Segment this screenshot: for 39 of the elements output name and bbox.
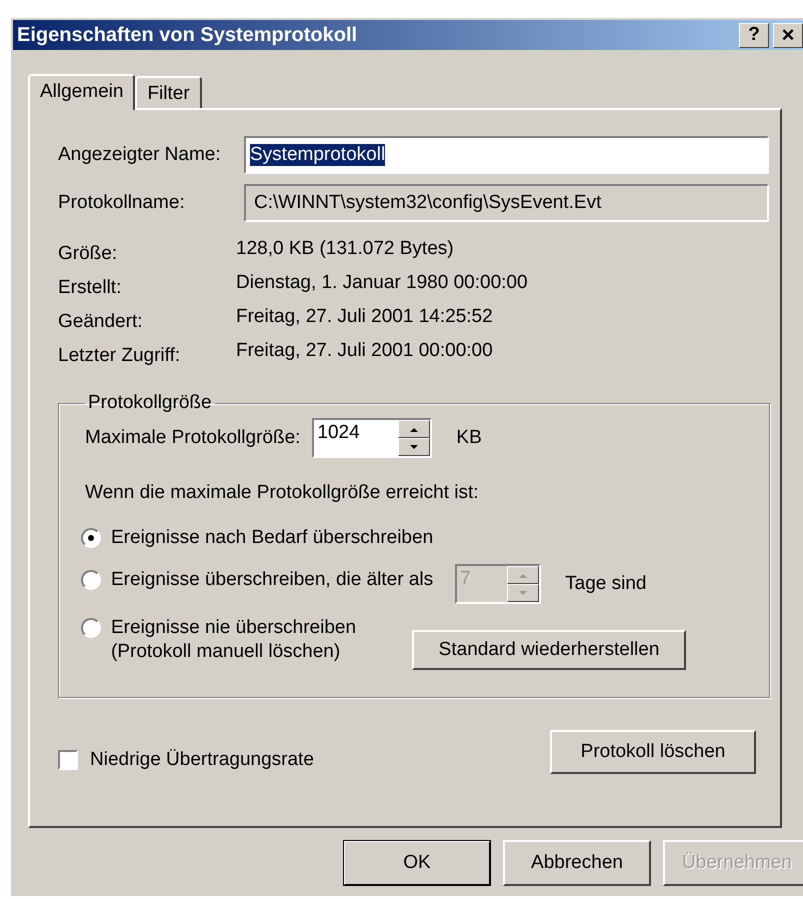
group-title: Protokollgröße xyxy=(87,392,213,414)
clear-log-button[interactable]: Protokoll löschen xyxy=(550,730,756,774)
down-arrow-icon xyxy=(410,444,418,450)
close-button[interactable]: × xyxy=(773,22,803,48)
prompt-text: Wenn die maximale Protokollgröße erreicht ist: xyxy=(85,482,480,504)
down-arrow-icon xyxy=(519,590,528,596)
radio-button[interactable] xyxy=(81,570,101,590)
info-value: Dienstag, 1. Januar 1980 00:00:00 xyxy=(236,272,528,294)
dialog-button[interactable]: OK xyxy=(343,840,491,886)
info-value: 128,0 KB (131.072 Bytes) xyxy=(236,238,454,260)
spin-field[interactable]: 1024 xyxy=(312,418,432,458)
dialog-button[interactable]: Abbrechen xyxy=(503,840,651,886)
window-title: Eigenschaften von Systemprotokoll xyxy=(17,24,358,46)
unit-label: Tage sind xyxy=(565,573,646,595)
field-label: Protokollname: xyxy=(58,192,186,214)
field-label: Angezeigter Name: xyxy=(58,144,222,166)
radio-label: Ereignisse überschreiben, die älter als xyxy=(111,568,434,592)
checkbox-label: Niedrige Übertragungsrate xyxy=(90,749,314,771)
info-value: Freitag, 27. Juli 2001 00:00:00 xyxy=(236,340,493,362)
radio-button[interactable] xyxy=(81,618,101,638)
info-label: Erstellt: xyxy=(58,277,122,299)
unit-label: KB xyxy=(456,427,482,449)
radio-button[interactable] xyxy=(81,528,101,548)
radio-label: Ereignisse nach Bedarf überschreiben xyxy=(111,526,434,550)
info-value: Freitag, 27. Juli 2001 14:25:52 xyxy=(236,306,493,328)
up-arrow-icon xyxy=(410,426,418,432)
info-label: Größe: xyxy=(58,243,118,265)
up-arrow-icon xyxy=(519,572,528,578)
text-field[interactable]: Systemprotokoll xyxy=(244,136,769,174)
tab[interactable]: Allgemein xyxy=(28,74,136,110)
info-label: Geändert: xyxy=(58,311,144,333)
tab[interactable]: Filter xyxy=(135,76,202,108)
checkbox[interactable] xyxy=(58,750,78,770)
info-label: Letzter Zugriff: xyxy=(58,345,182,367)
text-field[interactable]: C:\WINNT\system32\config\SysEvent.Evt xyxy=(244,184,769,222)
restore-button[interactable]: Standard wiederherstellen xyxy=(412,630,686,670)
help-button[interactable]: ? xyxy=(739,22,769,48)
field-label: Maximale Protokollgröße: xyxy=(85,427,300,449)
radio-label: Ereignisse nie überschreiben (Protokoll manuell löschen) xyxy=(111,616,356,664)
